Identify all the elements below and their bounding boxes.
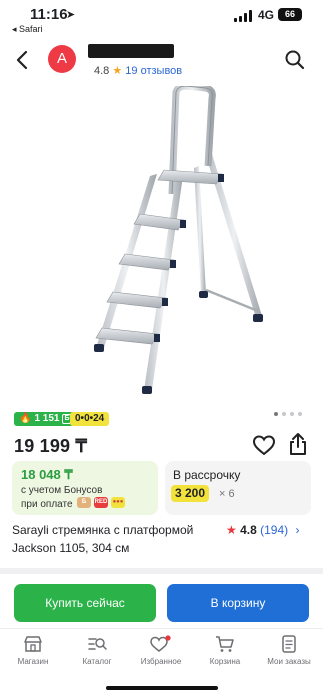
star-icon: ★ [226, 523, 237, 537]
bonus-price-caption: с учетом Бонусов [21, 485, 103, 496]
product-title: Sarayli стремянка с платформой Jackson 1… [12, 523, 194, 555]
clock: 11:16 [30, 6, 68, 23]
tab-store[interactable]: Магазин [1, 635, 65, 666]
bonus-payment-caption: при оплате [21, 499, 73, 510]
fire-icon: 🔥 [19, 413, 32, 424]
seller-avatar[interactable]: A [48, 45, 76, 73]
tab-cart-label: Корзина [209, 657, 241, 666]
seller-rating[interactable]: 4.8 ★ 19 отзывов [94, 64, 182, 77]
installment-payment-icon: ●●● [111, 497, 125, 508]
tab-cart[interactable]: Корзина [193, 635, 257, 666]
ladder-image [94, 86, 263, 394]
chevron-right-icon: › [295, 523, 300, 537]
tab-orders[interactable]: Мои заказы [257, 635, 321, 666]
status-bar: 11:16 ➤ ◂ Safari 4G 66 [0, 0, 323, 36]
tab-orders-label: Мои заказы [267, 657, 311, 666]
section-divider [0, 568, 323, 574]
bonus-badge: 🔥 1 151 Б [14, 412, 77, 426]
bonus-payment-icon: Б [77, 497, 91, 508]
favorite-heart-icon[interactable] [252, 434, 276, 456]
store-icon [24, 636, 42, 652]
installment-card[interactable]: В рассрочку 3 200 × 6 [165, 461, 311, 515]
tab-catalog-label: Каталог [82, 657, 112, 666]
red-payment-icon: RED [94, 497, 108, 508]
tab-favorites[interactable]: Избранное [129, 635, 193, 666]
back-to-safari-link[interactable]: ◂ Safari [12, 24, 43, 35]
product-rating-value: 4.8 [240, 523, 257, 537]
installment-multiplier: × 6 [219, 488, 235, 500]
orders-icon [282, 635, 296, 653]
product-image-gallery[interactable] [0, 86, 323, 404]
tab-favorites-label: Избранное [140, 657, 182, 666]
heart-icon [150, 635, 171, 652]
seller-name-redacted[interactable] [88, 44, 174, 58]
signal-icon [234, 10, 254, 22]
product-rating-link[interactable]: ★ 4.8 (194) › [226, 521, 300, 539]
seller-rating-value: 4.8 [94, 65, 110, 77]
catalog-icon [88, 638, 107, 650]
network-label: 4G [258, 8, 275, 22]
share-icon[interactable] [287, 432, 309, 456]
location-icon: ➤ [66, 9, 76, 21]
tab-store-label: Магазин [17, 657, 49, 666]
bonus-price-amount: 18 048 ₸ [21, 467, 73, 482]
installment-amount: 3 200 [171, 485, 210, 502]
product-header: A 4.8 ★ 19 отзывов [0, 40, 323, 84]
bonus-badge-value: 1 151 [34, 413, 60, 424]
battery-icon: 66 [278, 8, 302, 21]
back-arrow-icon[interactable] [12, 48, 34, 72]
gallery-pagination[interactable] [274, 412, 302, 416]
cart-icon [216, 636, 234, 652]
payment-method-icons: Б RED ●●● [77, 497, 125, 508]
installment-badge: 0•0•24 [70, 412, 110, 426]
tab-catalog[interactable]: Каталог [65, 635, 129, 666]
search-icon[interactable] [283, 48, 307, 72]
seller-reviews-link[interactable]: 19 отзывов [125, 65, 182, 77]
star-icon: ★ [112, 65, 123, 77]
home-indicator [106, 686, 218, 690]
product-review-count: (194) [260, 523, 289, 537]
product-price: 19 199 ₸ [14, 436, 88, 456]
installment-label: В рассрочку [173, 468, 241, 482]
buy-now-button[interactable]: Купить сейчас [14, 584, 156, 622]
bonus-price-card[interactable]: 18 048 ₸ с учетом Бонусов при оплате Б R… [12, 461, 158, 515]
add-to-cart-button[interactable]: В корзину [167, 584, 309, 622]
